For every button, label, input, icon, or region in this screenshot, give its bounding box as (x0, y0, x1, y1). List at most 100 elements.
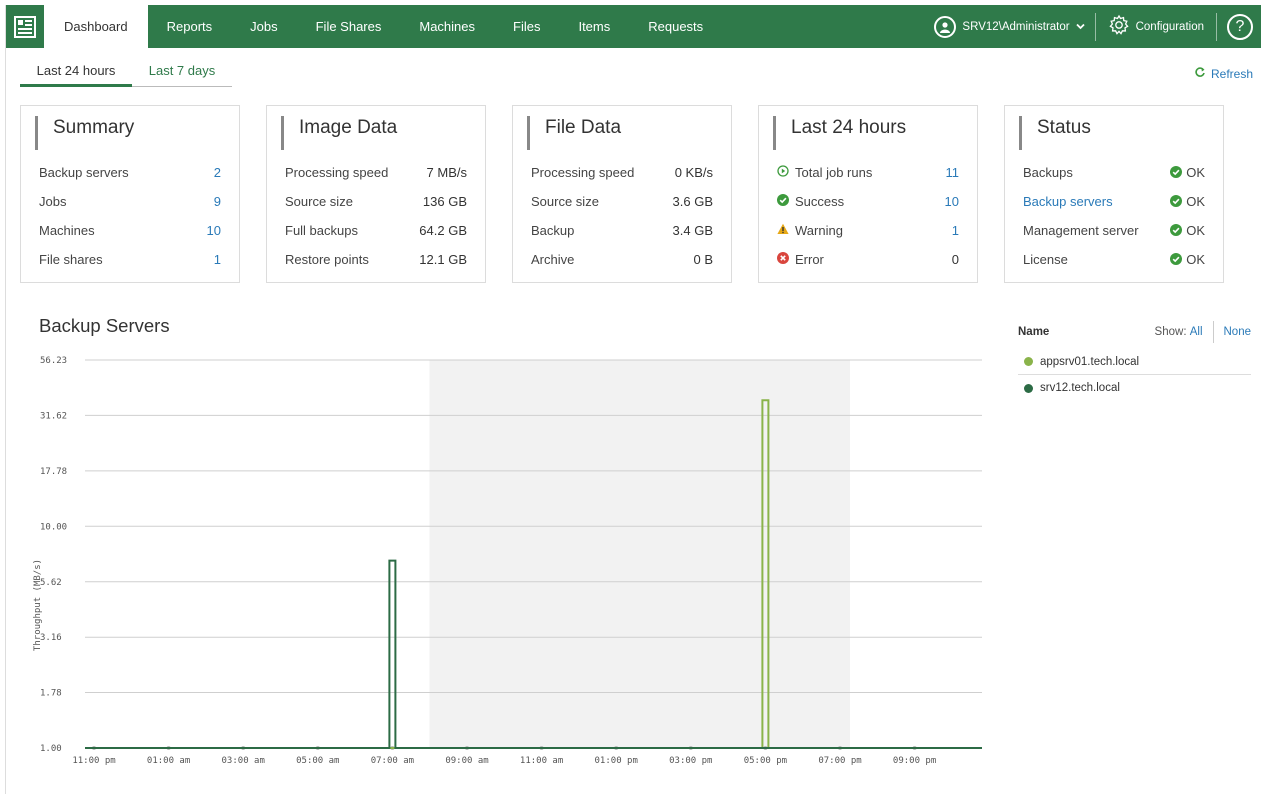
tab-file-shares[interactable]: File Shares (297, 5, 401, 48)
x-tick-label: 01:00 pm (595, 756, 638, 766)
legend-label: srv12.tech.local (1040, 382, 1120, 394)
status-value: OK (1186, 222, 1205, 238)
x-tick-label: 03:00 pm (669, 756, 712, 766)
card-title: Last 24 hours (773, 116, 906, 150)
warning-icon (777, 223, 789, 238)
nav-right: SRV12\Administrator Configuration ? (924, 5, 1261, 48)
status-value: OK (1186, 251, 1205, 267)
period-tabs: Last 24 hours Last 7 days (20, 57, 232, 87)
row-label: Processing speed (285, 164, 389, 180)
app-frame: Dashboard Reports Jobs File Shares Machi… (5, 5, 1261, 794)
y-tick-label: 3.16 (40, 633, 62, 643)
status-row: Backup servers OK (1023, 191, 1205, 211)
legend-divider (1212, 321, 1214, 343)
configuration-label: Configuration (1135, 20, 1204, 33)
tab-items[interactable]: Items (559, 5, 629, 48)
gear-icon (1108, 14, 1130, 39)
row-label: Restore points (285, 251, 369, 267)
image-data-row: Processing speed 7 MB/s (285, 162, 467, 182)
row-label: Success (795, 193, 845, 209)
row-value-link[interactable]: 11 (946, 165, 960, 180)
x-tick-label: 09:00 pm (893, 756, 936, 766)
check-circle-icon (777, 193, 789, 209)
row-value: 0 B (693, 251, 713, 267)
backup-servers-link[interactable]: Backup servers (1023, 194, 1113, 209)
help-button[interactable]: ? (1227, 13, 1253, 40)
status-value: OK (1186, 193, 1205, 209)
tab-jobs[interactable]: Jobs (231, 5, 296, 48)
summary-row: File shares 1 (39, 249, 221, 269)
tab-reports[interactable]: Reports (148, 5, 232, 48)
top-nav: Dashboard Reports Jobs File Shares Machi… (6, 5, 1261, 48)
row-label-wrap: Success (777, 193, 845, 209)
y-tick-label: 56.23 (40, 356, 67, 366)
x-tick-label: 07:00 pm (818, 756, 861, 766)
file-data-row: Archive 0 B (531, 249, 713, 269)
x-tick-label: 05:00 am (296, 756, 339, 766)
chart-title: Backup Servers (39, 315, 170, 336)
row-label: Source size (285, 193, 353, 209)
nav-divider (1216, 12, 1217, 41)
check-circle-icon (1170, 195, 1183, 207)
chevron-down-icon (1075, 21, 1085, 33)
legend-show-controls: Show: All None (1155, 321, 1251, 343)
status-card: Status Backups OK Backup servers OK Mana… (1004, 105, 1224, 283)
legend-item-srv12[interactable]: srv12.tech.local (1018, 375, 1251, 401)
tab-dashboard[interactable]: Dashboard (44, 5, 148, 48)
x-tick-label: 03:00 am (222, 756, 265, 766)
show-all-link[interactable]: All (1190, 326, 1203, 338)
status-value: OK (1186, 164, 1205, 180)
legend-header: Name Show: All None (1018, 321, 1251, 343)
show-none-link[interactable]: None (1224, 326, 1252, 338)
x-tick-label: 05:00 pm (744, 756, 787, 766)
row-label-wrap: Error (777, 251, 824, 267)
row-value: 7 MB/s (426, 164, 467, 180)
row-value-link[interactable]: 10 (945, 194, 959, 209)
tab-requests[interactable]: Requests (629, 5, 722, 48)
row-value-link[interactable]: 2 (214, 165, 221, 180)
row-label: Processing speed (531, 164, 635, 180)
file-data-card: File Data Processing speed 0 KB/s Source … (512, 105, 732, 283)
success-row: Success 10 (777, 191, 959, 211)
y-tick-label: 5.62 (40, 578, 62, 588)
check-circle-icon (1170, 224, 1183, 236)
row-value: 12.1 GB (419, 251, 467, 267)
x-tick-label: 01:00 am (147, 756, 190, 766)
y-tick-label: 1.00 (40, 744, 62, 754)
tab-machines[interactable]: Machines (400, 5, 494, 48)
row-label: Total job runs (795, 164, 873, 180)
app-logo-icon[interactable] (6, 5, 44, 48)
status-ok: OK (1170, 252, 1205, 267)
status-row: Management server OK (1023, 220, 1205, 240)
row-value-link[interactable]: 9 (214, 194, 221, 209)
refresh-label: Refresh (1211, 66, 1254, 81)
row-label-wrap: Warning (777, 223, 843, 238)
row-value-link[interactable]: 1 (952, 223, 959, 238)
throughput-chart: 56.23 31.62 17.78 10.00 5.62 3.16 1.78 1.00 Thro… (33, 356, 982, 766)
error-icon (777, 251, 789, 267)
row-value: 3.4 GB (672, 222, 713, 238)
legend-label: appsrv01.tech.local (1040, 355, 1140, 368)
configuration-button[interactable]: Configuration (1096, 14, 1216, 39)
y-tick-label: 17.78 (40, 467, 67, 477)
row-label: Archive (531, 251, 575, 267)
status-row: Backups OK (1023, 162, 1205, 182)
row-label-wrap: Total job runs (777, 165, 872, 180)
row-label: Machines (39, 222, 95, 238)
row-label: Backup servers (39, 164, 129, 180)
tab-last-24-hours[interactable]: Last 24 hours (20, 57, 132, 87)
refresh-button[interactable]: Refresh (1194, 66, 1253, 81)
card-title: Status (1019, 116, 1091, 150)
row-label: License (1023, 251, 1068, 267)
status-ok: OK (1170, 194, 1205, 209)
chart-legend: Name Show: All None appsrv01.tech.local … (1018, 321, 1251, 401)
tab-last-7-days[interactable]: Last 7 days (132, 57, 232, 87)
legend-item-appsrv01[interactable]: appsrv01.tech.local (1018, 349, 1251, 375)
status-ok: OK (1170, 223, 1205, 238)
summary-row: Jobs 9 (39, 191, 221, 211)
row-value-link[interactable]: 1 (214, 252, 221, 267)
row-value-link[interactable]: 10 (207, 223, 221, 238)
x-tick-label: 11:00 pm (72, 756, 115, 766)
user-menu[interactable]: SRV12\Administrator (924, 15, 1094, 38)
tab-files[interactable]: Files (494, 5, 559, 48)
